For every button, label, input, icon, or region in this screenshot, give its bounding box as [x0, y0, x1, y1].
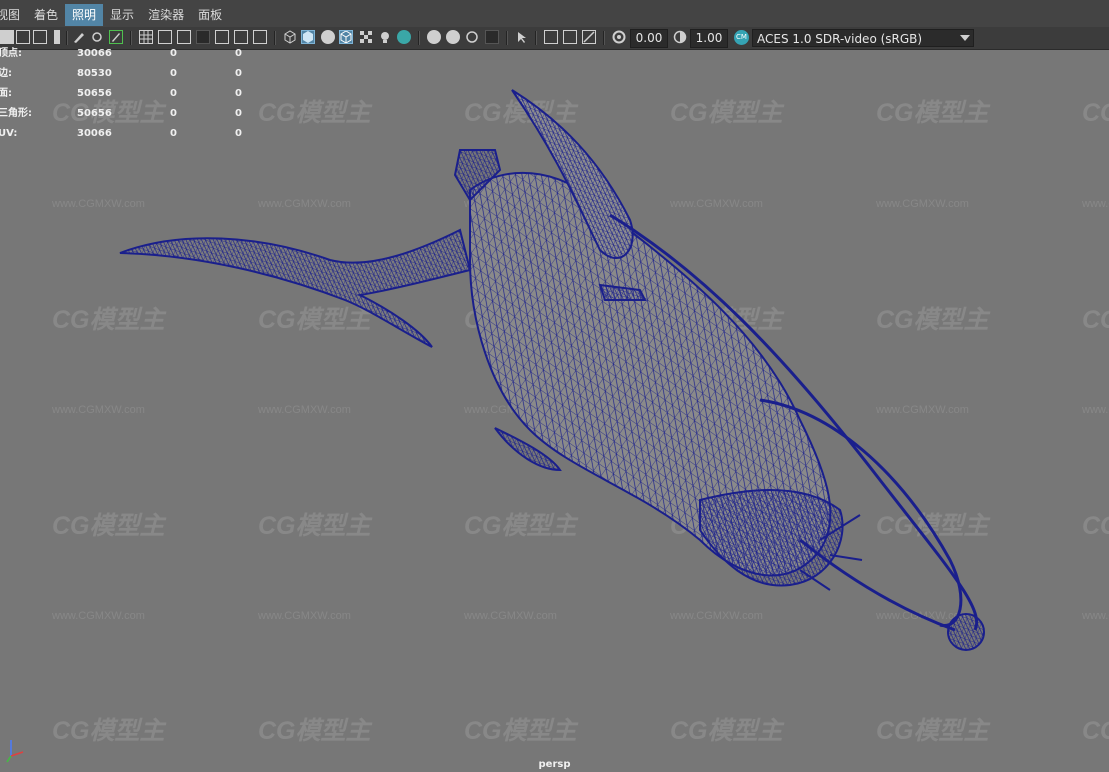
hud-v2: 0 [170, 88, 177, 99]
hud-label: 面: [0, 88, 12, 99]
camera-name-label: persp [538, 759, 571, 770]
hud-v3: 0 [235, 108, 242, 119]
hud-v2: 0 [170, 108, 177, 119]
hud-v3: 0 [235, 128, 242, 139]
hud-v2: 0 [170, 48, 177, 59]
hud-v2: 0 [170, 128, 177, 139]
hud-v1: 50656 [77, 108, 112, 119]
hud-v2: 0 [170, 68, 177, 79]
hud-v3: 0 [235, 48, 242, 59]
hud-v3: 0 [235, 88, 242, 99]
hud-v1: 80530 [77, 68, 112, 79]
hud-label: UV: [0, 128, 18, 139]
hud-v1: 30066 [77, 128, 112, 139]
hud-label: 顶点: [0, 48, 22, 59]
hud-v1: 50656 [77, 88, 112, 99]
hud-v1: 30066 [77, 48, 112, 59]
hud-label: 三角形: [0, 108, 32, 119]
hud-label: 边: [0, 68, 12, 79]
hud-v3: 0 [235, 68, 242, 79]
wireframe-model-graphic [119, 89, 985, 651]
